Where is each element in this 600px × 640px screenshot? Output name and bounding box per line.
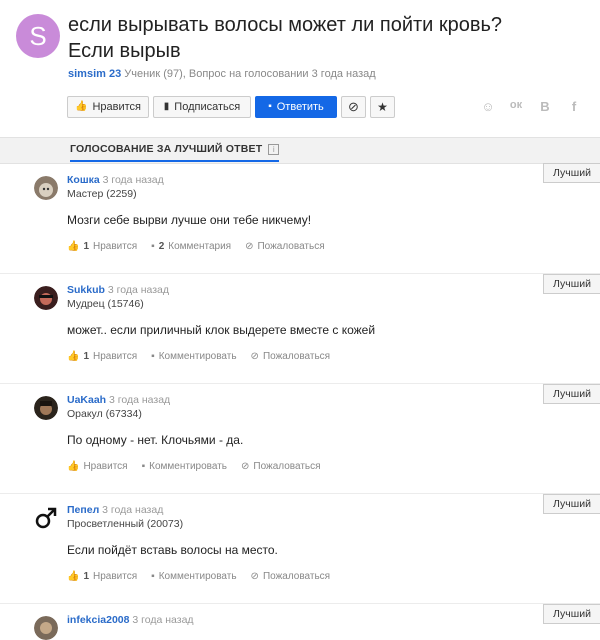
vk-icon[interactable]: В bbox=[537, 99, 553, 114]
odnoklassniki-icon[interactable]: ок bbox=[508, 99, 524, 111]
author-nick[interactable]: Sukkub bbox=[67, 284, 105, 296]
answer-item: Лучший Кошка 3 года назад Мастер (2259) … bbox=[0, 163, 600, 273]
reply-button[interactable]: ▪ Ответить bbox=[255, 96, 337, 118]
author-nick[interactable]: UaKaah bbox=[67, 394, 106, 406]
like-button[interactable]: 👍 Нравится bbox=[67, 96, 149, 118]
comment-icon: ▪ bbox=[268, 101, 272, 112]
author-nick[interactable]: Пепел bbox=[67, 504, 99, 516]
avatar[interactable] bbox=[34, 286, 58, 310]
answer-text: По одному - нет. Клочьями - да. bbox=[67, 433, 244, 447]
answer-comments[interactable]: ▪ Комментировать bbox=[151, 571, 236, 582]
block-icon: ⊘ bbox=[250, 351, 259, 362]
report-link[interactable]: ⊘ Пожаловаться bbox=[251, 351, 331, 362]
best-answer-button[interactable]: Лучший bbox=[543, 274, 600, 294]
answer-author: UaKaah 3 года назад bbox=[67, 394, 170, 406]
report-link[interactable]: ⊘ Пожаловаться bbox=[241, 461, 321, 472]
subscribe-button-label: Подписаться bbox=[174, 101, 241, 113]
answer-item: Лучший Пепел 3 года назад Просветленный … bbox=[0, 493, 600, 603]
author-nick[interactable]: infekcia2008 bbox=[67, 614, 129, 626]
author-rank: Мудрец (15746) bbox=[67, 298, 144, 310]
comment-icon: ▪ bbox=[151, 351, 155, 362]
answer-time: 3 года назад bbox=[132, 614, 194, 626]
info-icon[interactable]: i bbox=[268, 143, 280, 155]
tab-label: ГОЛОСОВАНИЕ ЗА ЛУЧШИЙ ОТВЕТ bbox=[70, 143, 263, 155]
facebook-icon[interactable]: f bbox=[566, 99, 582, 114]
mail-share-icon[interactable]: ☺ bbox=[480, 99, 496, 114]
answer-actions: 👍 Нравится ▪ Комментировать ⊘ Пожаловаться bbox=[67, 461, 321, 472]
avatar[interactable] bbox=[34, 176, 58, 200]
tab-vote-best-answer[interactable]: ГОЛОСОВАНИЕ ЗА ЛУЧШИЙ ОТВЕТ i bbox=[70, 143, 280, 162]
author-meta: Ученик (97), Вопрос на голосовании 3 год… bbox=[124, 68, 376, 80]
comment-icon: ▪ bbox=[151, 241, 155, 252]
answer-author: Кошка 3 года назад bbox=[67, 174, 164, 186]
answer-author: Sukkub 3 года назад bbox=[67, 284, 169, 296]
report-link[interactable]: ⊘ Пожаловаться bbox=[245, 241, 325, 252]
avatar[interactable] bbox=[34, 616, 58, 640]
answer-text: Мозги себе вырви лучше они тебе никчему! bbox=[67, 213, 312, 227]
star-icon: ★ bbox=[377, 100, 388, 114]
avatar-letter: S bbox=[29, 20, 47, 51]
answer-like[interactable]: 👍 1 Нравится bbox=[67, 571, 137, 582]
answer-time: 3 года назад bbox=[107, 284, 170, 296]
block-icon: ⊘ bbox=[245, 241, 254, 252]
answer-time: 3 года назад bbox=[109, 394, 171, 406]
answer-actions: 👍 1 Нравится ▪ Комментировать ⊘ Пожаловаться bbox=[67, 351, 330, 362]
favorite-button[interactable]: ★ bbox=[370, 96, 395, 118]
comment-icon: ▪ bbox=[141, 461, 146, 472]
block-button[interactable]: ⊘ bbox=[341, 96, 366, 118]
like-button-label: Нравится bbox=[92, 101, 141, 113]
question-meta: simsim 23 Ученик (97), Вопрос на голосов… bbox=[68, 68, 376, 80]
answer-actions: 👍 1 Нравится ▪ Комментировать ⊘ Пожаловаться bbox=[67, 571, 330, 582]
best-answer-button[interactable]: Лучший bbox=[543, 384, 600, 404]
avatar[interactable] bbox=[34, 396, 58, 420]
answer-author: Пепел 3 года назад bbox=[67, 504, 163, 516]
block-icon: ⊘ bbox=[250, 571, 259, 582]
block-icon: ⊘ bbox=[240, 461, 250, 472]
bookmark-icon: ▮ bbox=[163, 101, 170, 112]
author-link[interactable]: simsim 23 bbox=[68, 68, 121, 80]
answer-comments[interactable]: ▪ Комментировать bbox=[151, 351, 236, 362]
subscribe-button[interactable]: ▮ Подписаться bbox=[153, 96, 251, 118]
answer-text: может.. если приличный клок выдерете вме… bbox=[67, 323, 376, 337]
thumbs-up-icon: 👍 bbox=[67, 351, 80, 362]
author-nick[interactable]: Кошка bbox=[67, 174, 100, 186]
thumbs-up-icon: 👍 bbox=[67, 571, 80, 582]
best-answer-button[interactable]: Лучший bbox=[543, 604, 600, 624]
answer-actions: 👍 1 Нравится ▪ 2 Комментария ⊘ Пожаловаться bbox=[67, 241, 325, 252]
thumbs-up-icon: 👍 bbox=[75, 101, 88, 112]
answer-like[interactable]: 👍 Нравится bbox=[67, 461, 128, 472]
question-title: если вырывать волосы может ли пойти кров… bbox=[68, 14, 503, 62]
reply-button-label: Ответить bbox=[276, 101, 324, 113]
report-link[interactable]: ⊘ Пожаловаться bbox=[251, 571, 331, 582]
answer-time: 3 года назад bbox=[102, 504, 164, 516]
answer-item: Лучший Sukkub 3 года назад Мудрец (15746… bbox=[0, 273, 600, 383]
author-avatar[interactable]: S bbox=[16, 14, 60, 58]
answer-item: Лучший infekcia2008 3 года назад bbox=[0, 603, 600, 640]
answer-like[interactable]: 👍 1 Нравится bbox=[67, 351, 137, 362]
answer-like[interactable]: 👍 1 Нравится bbox=[67, 241, 137, 252]
author-rank: Просветленный (20073) bbox=[67, 518, 184, 530]
male-symbol-icon[interactable] bbox=[34, 506, 58, 530]
answer-comments[interactable]: ▪ 2 Комментария bbox=[151, 241, 231, 252]
answer-item: Лучший UaKaah 3 года назад Оракул (67334… bbox=[0, 383, 600, 493]
answer-text: Если пойдёт вставь волосы на место. bbox=[67, 543, 278, 557]
comment-icon: ▪ bbox=[151, 571, 155, 582]
answer-comments[interactable]: ▪ Комментировать bbox=[142, 461, 227, 472]
thumbs-up-icon: 👍 bbox=[67, 461, 80, 472]
best-answer-button[interactable]: Лучший bbox=[543, 163, 600, 183]
thumbs-up-icon: 👍 bbox=[67, 241, 80, 252]
author-rank: Оракул (67334) bbox=[67, 408, 142, 420]
block-icon: ⊘ bbox=[348, 99, 359, 114]
author-rank: Мастер (2259) bbox=[67, 188, 137, 200]
answer-time: 3 года назад bbox=[102, 174, 164, 186]
answer-author: infekcia2008 3 года назад bbox=[67, 614, 194, 626]
best-answer-button[interactable]: Лучший bbox=[543, 494, 600, 514]
